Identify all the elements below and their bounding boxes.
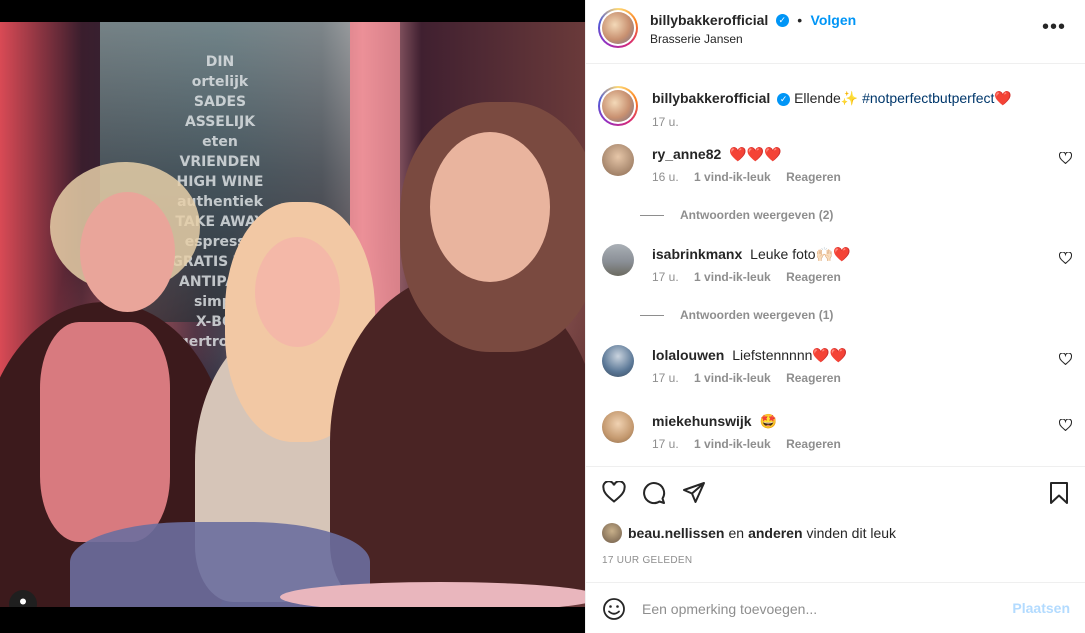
comment-likes[interactable]: 1 vind-ik-leuk [694, 170, 771, 184]
table [280, 582, 585, 607]
bookmark-icon[interactable] [1048, 481, 1070, 505]
person-left-face [80, 192, 175, 312]
verified-badge-icon: ✓ [777, 92, 791, 106]
comment-likes[interactable]: 1 vind-ik-leuk [694, 371, 771, 385]
comment-text: 🤩 [759, 413, 777, 429]
view-replies-button[interactable]: Antwoorden weergeven (2) [640, 208, 833, 222]
comment-text: ❤️❤️❤️ [729, 146, 782, 162]
caption-username[interactable]: billybakkerofficial [652, 90, 770, 106]
comment-meta: 17 u. 1 vind-ik-leuk Reageren [652, 371, 853, 385]
replies-line [640, 215, 664, 217]
location-link[interactable]: Brasserie Jansen [650, 32, 743, 46]
comment-likes[interactable]: 1 vind-ik-leuk [694, 270, 771, 284]
post-comment-button[interactable]: Plaatsen [1012, 600, 1070, 616]
more-options-icon[interactable]: ••• [1042, 16, 1066, 39]
comment-avatar[interactable] [602, 345, 634, 377]
liked-by-username[interactable]: beau.nellissen [628, 525, 724, 541]
window-lettering-line: ortelijk [191, 74, 249, 90]
comment-like-heart-icon[interactable] [1059, 252, 1072, 264]
reply-button[interactable]: Reageren [786, 371, 841, 385]
comment-time: 16 u. [652, 170, 679, 184]
add-comment-bar: Plaatsen [586, 582, 1085, 633]
post-date[interactable]: 17 UUR GELEDEN [602, 555, 692, 566]
comment-text: Leuke foto🙌🏻❤️ [750, 246, 851, 262]
window-lettering-line: SADES [193, 94, 247, 110]
comment-like-heart-icon[interactable] [1059, 353, 1072, 365]
comment-meta: 16 u. 1 vind-ik-leuk Reageren [652, 170, 853, 184]
comment-likes[interactable]: 1 vind-ik-leuk [694, 437, 771, 451]
comment-username[interactable]: lolalouwen [652, 347, 724, 363]
reply-button[interactable]: Reageren [786, 437, 841, 451]
comment-meta: 17 u. 1 vind-ik-leuk Reageren [652, 437, 853, 451]
comment-body: miekehunswijk 🤩 [652, 411, 1032, 431]
liked-by-avatar[interactable] [602, 523, 622, 543]
comment-username[interactable]: ry_anne82 [652, 146, 721, 162]
window-lettering-line: VRIENDEN [179, 154, 261, 170]
comment-like-heart-icon[interactable] [1059, 419, 1072, 431]
liked-by-connector: en [728, 525, 745, 541]
comment-time: 17 u. [652, 371, 679, 385]
window-lettering-line: eten [202, 134, 238, 150]
heart-icon[interactable] [602, 481, 626, 503]
liked-by: beau.nellissen en anderen vinden dit leu… [602, 523, 896, 543]
caption-text: Ellende✨ [794, 90, 859, 106]
emoji-icon[interactable] [602, 597, 626, 621]
person-right-face [430, 132, 550, 282]
person-middle-face [255, 237, 340, 347]
author-username[interactable]: billybakkerofficial [650, 12, 768, 28]
comment-body: isabrinkmanx Leuke foto🙌🏻❤️ [652, 244, 1032, 264]
view-replies-button[interactable]: Antwoorden weergeven (1) [640, 308, 833, 322]
comment-text: Liefstennnnn❤️❤️ [732, 347, 848, 363]
comment-body: lolalouwen Liefstennnnn❤️❤️ [652, 345, 1032, 365]
comment-time: 17 u. [652, 437, 679, 451]
reply-button[interactable]: Reageren [786, 170, 841, 184]
post-header: billybakkerofficial ✓ • Volgen Brasserie… [586, 0, 1085, 64]
separator-dot: • [797, 12, 803, 28]
post-side-panel: billybakkerofficial ✓ • Volgen Brasserie… [585, 0, 1085, 633]
caption-avatar[interactable] [598, 86, 638, 126]
reply-button[interactable]: Reageren [786, 270, 841, 284]
share-icon[interactable] [682, 481, 706, 505]
comment-input[interactable] [640, 597, 984, 621]
comment-time: 17 u. [652, 270, 679, 284]
window-lettering-line: DIN [205, 54, 235, 70]
caption-hashtag[interactable]: #notperfectbutperfect❤️ [862, 90, 1012, 106]
view-replies-label: Antwoorden weergeven (1) [680, 308, 834, 322]
comment-username[interactable]: isabrinkmanx [652, 246, 742, 262]
user-icon [20, 598, 26, 605]
comment-icon[interactable] [642, 481, 666, 505]
liked-by-suffix: vinden dit leuk [806, 525, 897, 541]
verified-badge-icon: ✓ [775, 14, 789, 28]
author-avatar[interactable] [598, 8, 638, 48]
follow-button[interactable]: Volgen [811, 12, 857, 28]
caption-time: 17 u. [652, 115, 679, 129]
comment-like-heart-icon[interactable] [1059, 152, 1072, 164]
window-lettering-line: ASSELIJK [184, 114, 256, 130]
replies-line [640, 315, 664, 317]
comment-body: ry_anne82 ❤️❤️❤️ [652, 144, 1032, 164]
comments-list[interactable]: billybakkerofficial ✓ Ellende✨ #notperfe… [586, 64, 1085, 466]
comment-avatar[interactable] [602, 411, 634, 443]
post-photo[interactable]: DIN ortelijk SADES ASSELIJK eten VRIENDEN HIGH… [0, 22, 585, 607]
post-actions: beau.nellissen en anderen vinden dit leu… [586, 466, 1085, 582]
comment-username[interactable]: miekehunswijk [652, 413, 752, 429]
comment-avatar[interactable] [602, 244, 634, 276]
comment-meta: 17 u. 1 vind-ik-leuk Reageren [652, 270, 853, 284]
comment-avatar[interactable] [602, 144, 634, 176]
view-replies-label: Antwoorden weergeven (2) [680, 208, 834, 222]
liked-by-others[interactable]: anderen [748, 525, 802, 541]
post-photo-area: DIN ortelijk SADES ASSELIJK eten VRIENDEN HIGH… [0, 0, 585, 633]
person-left-sweater [40, 322, 170, 542]
